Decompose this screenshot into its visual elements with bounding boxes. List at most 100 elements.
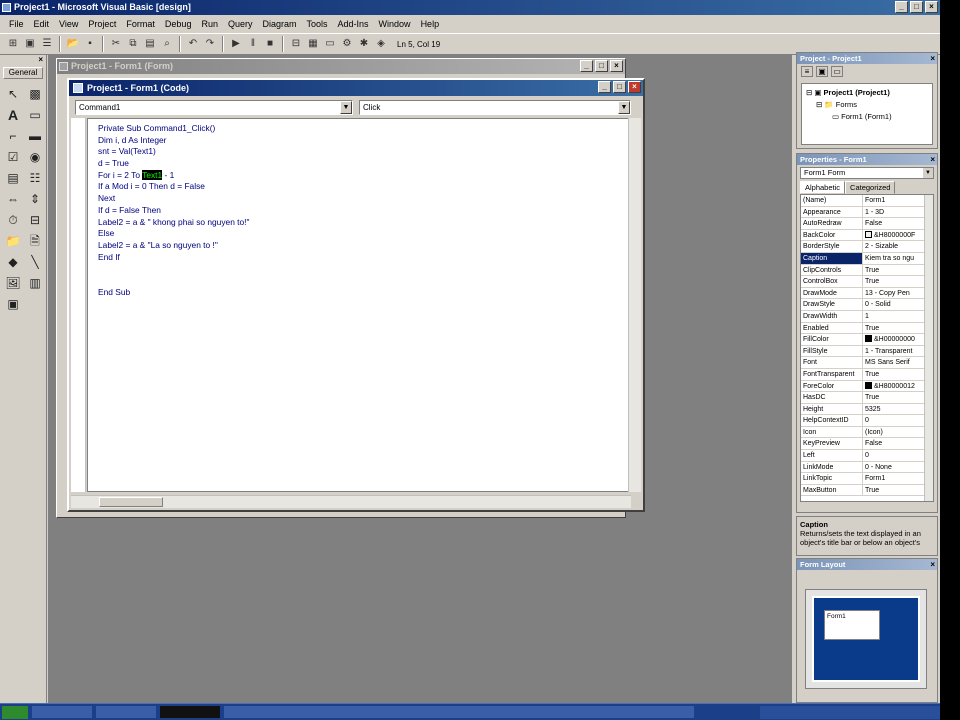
- code-line[interactable]: [98, 275, 249, 287]
- hscrollbar-tool-icon[interactable]: ⇔: [3, 189, 23, 209]
- start-button[interactable]: [2, 705, 28, 719]
- menu-project[interactable]: Project: [83, 16, 121, 32]
- property-row[interactable]: DrawMode 13 - Copy Pen: [801, 287, 933, 300]
- property-value[interactable]: 13 - Copy Pen: [863, 288, 933, 299]
- project-explorer-icon[interactable]: ⊟: [289, 37, 303, 51]
- tab-alphabetic[interactable]: Alphabetic: [800, 181, 846, 194]
- property-value[interactable]: 0: [863, 450, 933, 461]
- save-icon[interactable]: ▪: [83, 37, 97, 51]
- view-code-icon[interactable]: ≡: [801, 66, 813, 77]
- code-line[interactable]: Next: [98, 193, 249, 205]
- picturebox-tool-icon[interactable]: ▩: [25, 84, 45, 104]
- optionbutton-tool-icon[interactable]: ◉: [25, 147, 45, 167]
- property-value[interactable]: Form1: [863, 195, 933, 206]
- form-layout-icon[interactable]: ▭: [323, 37, 337, 51]
- property-row[interactable]: FillColor &H00000000: [801, 334, 933, 346]
- property-row[interactable]: Appearance 1 - 3D: [801, 206, 933, 219]
- property-value[interactable]: (Icon): [863, 427, 933, 438]
- image-tool-icon[interactable]: 🖼: [3, 273, 23, 293]
- label-tool-icon[interactable]: A: [3, 105, 23, 125]
- property-value[interactable]: &H80000012: [863, 381, 933, 392]
- menu-help[interactable]: Help: [416, 16, 445, 32]
- property-value[interactable]: False: [863, 218, 933, 229]
- listbox-tool-icon[interactable]: ☷: [25, 168, 45, 188]
- property-row[interactable]: FontTransparent True: [801, 368, 933, 381]
- property-grid[interactable]: (Name) Form1 Appearance 1 - 3D AutoRedraw Fal…: [800, 194, 934, 502]
- selected-text[interactable]: Text1: [142, 169, 163, 180]
- code-line[interactable]: End If: [98, 252, 249, 264]
- menu-tools[interactable]: Tools: [302, 16, 333, 32]
- paste-icon[interactable]: ▤: [143, 37, 157, 51]
- form-window-titlebar[interactable]: Project1 - Form1 (Form) _ □ ×: [57, 59, 625, 74]
- pointer-tool-icon[interactable]: ↖: [3, 84, 23, 104]
- undo-icon[interactable]: ↶: [186, 37, 200, 51]
- taskbar-item-recorder[interactable]: [160, 706, 220, 718]
- code-line[interactable]: Private Sub Command1_Click(): [98, 123, 249, 135]
- code-line[interactable]: For i = 2 To Text1 - 1: [98, 169, 249, 182]
- object-combobox[interactable]: Command1 ▼: [75, 100, 353, 115]
- data-view-icon[interactable]: ◈: [374, 37, 388, 51]
- toolbox-icon[interactable]: ✱: [357, 37, 371, 51]
- property-value[interactable]: True: [863, 323, 933, 334]
- maximize-button[interactable]: □: [613, 81, 626, 93]
- cut-icon[interactable]: ✂: [109, 37, 123, 51]
- close-icon[interactable]: ×: [930, 559, 935, 570]
- maximize-button[interactable]: □: [910, 1, 923, 13]
- line-tool-icon[interactable]: ╲: [25, 252, 45, 272]
- property-row[interactable]: Caption Kiem tra so ngu: [801, 252, 933, 265]
- shape-tool-icon[interactable]: ◆: [3, 252, 23, 272]
- minimize-button[interactable]: _: [598, 81, 611, 93]
- dirlistbox-tool-icon[interactable]: 📁: [3, 231, 23, 251]
- object-browser-icon[interactable]: ⚙: [340, 37, 354, 51]
- break-icon[interactable]: ‖: [246, 37, 260, 51]
- code-line[interactable]: If a Mod i = 0 Then d = False: [98, 181, 249, 193]
- chevron-down-icon[interactable]: ▼: [618, 101, 630, 114]
- close-icon[interactable]: ×: [38, 55, 43, 64]
- view-object-icon[interactable]: ▣: [816, 66, 828, 77]
- property-value[interactable]: 0 - Solid: [863, 299, 933, 310]
- property-value[interactable]: True: [863, 265, 933, 276]
- chevron-down-icon[interactable]: ▼: [340, 101, 352, 114]
- taskbar-item[interactable]: [96, 706, 156, 718]
- property-value[interactable]: 0: [863, 415, 933, 426]
- property-value[interactable]: True: [863, 369, 933, 380]
- code-line[interactable]: Else: [98, 228, 249, 240]
- property-value[interactable]: True: [863, 276, 933, 287]
- property-row[interactable]: Font MS Sans Serif: [801, 357, 933, 369]
- code-line[interactable]: [98, 263, 249, 275]
- copy-icon[interactable]: ⧉: [126, 37, 140, 51]
- property-row[interactable]: (Name) Form1: [801, 195, 933, 207]
- property-value[interactable]: 0 - None: [863, 462, 933, 473]
- minimize-button[interactable]: _: [580, 60, 593, 72]
- menu-diagram[interactable]: Diagram: [257, 16, 301, 32]
- property-row[interactable]: MaxButton True: [801, 484, 933, 497]
- add-form-icon[interactable]: ▣: [23, 37, 37, 51]
- property-row[interactable]: ClipControls True: [801, 264, 933, 277]
- property-value[interactable]: 1 - 3D: [863, 207, 933, 218]
- data-tool-icon[interactable]: ▥: [25, 273, 45, 293]
- property-value[interactable]: Form1: [863, 473, 933, 484]
- toolbox-tab-general[interactable]: General: [3, 67, 43, 79]
- menu-format[interactable]: Format: [121, 16, 160, 32]
- scrollbar-thumb[interactable]: [99, 497, 163, 507]
- ole-tool-icon[interactable]: ▣: [3, 294, 23, 314]
- add-project-icon[interactable]: ⊞: [6, 37, 20, 51]
- drivelistbox-tool-icon[interactable]: ⊟: [25, 210, 45, 230]
- property-row[interactable]: FillStyle 1 - Transparent: [801, 345, 933, 358]
- property-value[interactable]: Kiem tra so ngu: [863, 253, 933, 264]
- filelistbox-tool-icon[interactable]: 🗎: [25, 231, 45, 251]
- menu-editor-icon[interactable]: ☰: [40, 37, 54, 51]
- property-row[interactable]: LinkTopic Form1: [801, 473, 933, 485]
- menu-addins[interactable]: Add-Ins: [333, 16, 374, 32]
- tree-item-forms[interactable]: ⊟ 📁 Forms: [806, 99, 928, 111]
- code-editor[interactable]: Private Sub Command1_Click() Dim i, d As …: [87, 118, 631, 492]
- start-icon[interactable]: ▶: [229, 37, 243, 51]
- property-row[interactable]: HasDC True: [801, 392, 933, 404]
- taskbar-item-active[interactable]: [224, 706, 694, 718]
- redo-icon[interactable]: ↷: [203, 37, 217, 51]
- vscrollbar-tool-icon[interactable]: ⇕: [25, 189, 45, 209]
- property-row[interactable]: DrawStyle 0 - Solid: [801, 299, 933, 311]
- code-line[interactable]: Label2 = a & "La so nguyen to !": [98, 240, 249, 252]
- property-value[interactable]: True: [863, 392, 933, 403]
- property-row[interactable]: KeyPreview False: [801, 438, 933, 451]
